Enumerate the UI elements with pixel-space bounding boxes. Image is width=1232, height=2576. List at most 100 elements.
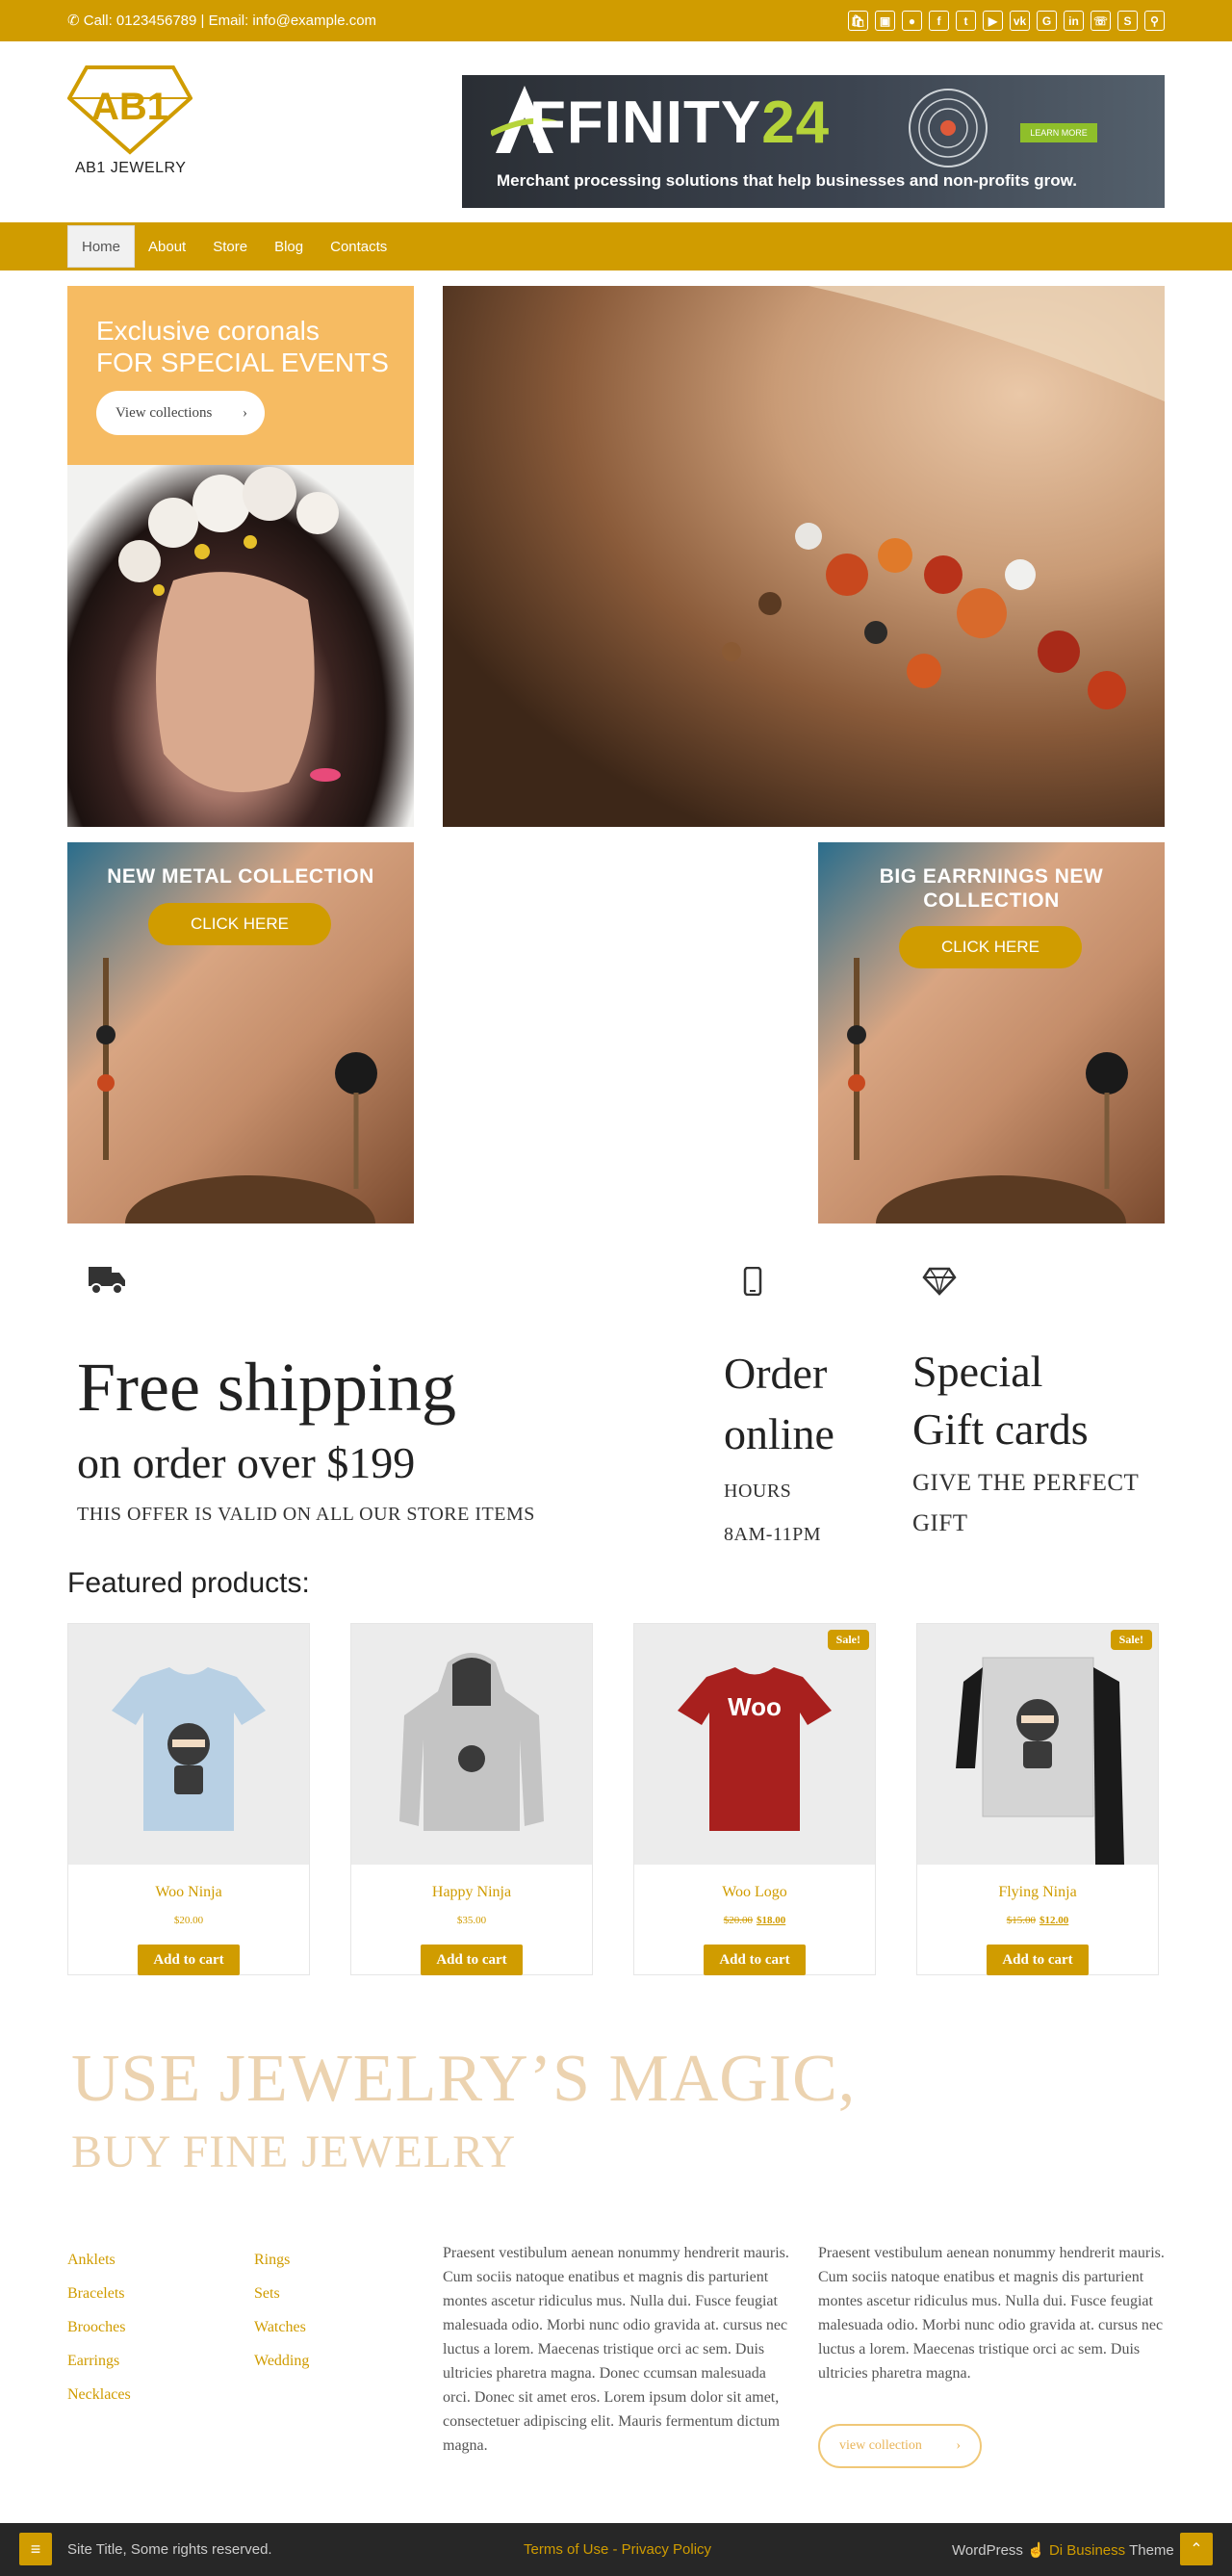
youtube-icon[interactable]: ▶ <box>983 11 1003 31</box>
metal-click-here-button[interactable]: CLICK HERE <box>148 903 331 945</box>
product-image[interactable]: Woo <box>634 1624 875 1865</box>
bottom-bar: ≡ Site Title, Some rights reserved. Term… <box>0 2523 1232 2576</box>
banner-learn-more-button[interactable]: LEARN MORE <box>1020 123 1097 142</box>
banner-subtitle: Merchant processing solutions that help … <box>497 171 1077 190</box>
nav-item-home[interactable]: Home <box>67 225 136 268</box>
footer-links-col1: Anklets Bracelets Brooches Earrings Neck… <box>67 2243 131 2411</box>
contact-text: Call: 0123456789 | Email: info@example.c… <box>83 13 377 29</box>
product-price: $20.00 $18.00 <box>723 1915 786 1926</box>
twitter-icon[interactable]: t <box>956 11 976 31</box>
theme-link[interactable]: Di Business <box>1049 2542 1125 2559</box>
ninja-poster-icon <box>956 1657 1124 1865</box>
view-collection-button[interactable]: view collection › <box>818 2424 982 2468</box>
footer-link-bracelets[interactable]: Bracelets <box>67 2277 131 2310</box>
add-to-cart-button[interactable]: Add to cart <box>704 1945 806 1975</box>
earrings-click-here-button[interactable]: CLICK HERE <box>899 926 1082 968</box>
tshirt-icon <box>112 1667 266 1831</box>
product-image[interactable] <box>351 1624 592 1865</box>
earrings-collection-title: BIG EARRNINGS NEW COLLECTION <box>879 865 1104 912</box>
diamond-icon <box>922 1267 957 1302</box>
necklace-hero-image <box>443 286 1165 827</box>
product-image[interactable] <box>917 1624 1158 1865</box>
footer-link-rings[interactable]: Rings <box>254 2243 309 2277</box>
truck-icon <box>87 1263 127 1302</box>
chevron-right-icon: › <box>243 404 247 421</box>
svg-text:Woo: Woo <box>728 1692 782 1721</box>
nav-item-blog[interactable]: Blog <box>261 222 317 270</box>
affinity-banner[interactable]: FFINITY24 Merchant processing solutions … <box>462 75 1165 208</box>
product-image[interactable] <box>68 1624 309 1865</box>
footer-link-brooches[interactable]: Brooches <box>67 2310 131 2344</box>
product-name[interactable]: Woo Logo <box>634 1884 875 1901</box>
linkedin-icon[interactable]: in <box>1064 11 1084 31</box>
fingerprint-ring-icon <box>909 89 988 167</box>
legal-links[interactable]: Terms of Use - Privacy Policy <box>524 2541 711 2558</box>
sale-badge: Sale! <box>1110 1630 1152 1650</box>
chevron-right-icon: › <box>956 2438 961 2453</box>
product-name[interactable]: Woo Ninja <box>68 1884 309 1901</box>
footer-paragraph-1: Praesent vestibulum aenean nonummy hendr… <box>443 2245 789 2454</box>
skype-icon[interactable]: S <box>1117 11 1138 31</box>
flower-crown-illustration <box>118 467 341 792</box>
product-card[interactable]: Woo Sale! Woo Logo $20.00 $18.00 Add to c… <box>633 1623 876 1975</box>
free-shipping-subtitle: on order over $199 <box>77 1438 416 1487</box>
product-name[interactable]: Happy Ninja <box>351 1884 592 1901</box>
product-card[interactable]: Woo Ninja $20.00 Add to cart <box>67 1623 310 1975</box>
thumbs-up-icon: ☝ <box>1027 2542 1045 2559</box>
footer-link-sets[interactable]: Sets <box>254 2277 309 2310</box>
footer-link-earrings[interactable]: Earrings <box>67 2344 131 2378</box>
woo-tshirt-icon: Woo <box>678 1667 832 1831</box>
product-price: $20.00 <box>173 1915 204 1926</box>
product-card[interactable]: Sale! Flying Ninja $15.00 $12.00 Add to c… <box>916 1623 1159 1975</box>
search-icon[interactable]: ⚲ <box>1144 11 1165 31</box>
metal-collection-title: NEW METAL COLLECTION <box>107 865 374 888</box>
copyright-text: Site Title, Some rights reserved. <box>67 2541 272 2558</box>
add-to-cart-button[interactable]: Add to cart <box>138 1945 240 1975</box>
contact-info: ✆ Call: 0123456789 | Email: info@example… <box>67 12 376 29</box>
footer-link-wedding[interactable]: Wedding <box>254 2344 309 2378</box>
view-collections-button[interactable]: View collections › <box>96 391 265 435</box>
free-shipping-note: THIS OFFER IS VALID ON ALL OUR STORE ITE… <box>77 1504 535 1525</box>
product-name[interactable]: Flying Ninja <box>917 1884 1158 1901</box>
facebook-icon[interactable]: f <box>929 11 949 31</box>
shopping-bag-icon[interactable]: 🛍 <box>848 11 868 31</box>
footer-link-watches[interactable]: Watches <box>254 2310 309 2344</box>
scroll-to-top-icon[interactable]: ⌃ <box>1180 2533 1213 2565</box>
social-icons: 🛍 ▣ ● f t ▶ vk G in ☏ S ⚲ <box>848 11 1165 31</box>
footer-links-col2: Rings Sets Watches Wedding <box>254 2243 309 2378</box>
earrings-collection-card[interactable]: BIG EARRNINGS NEW COLLECTION CLICK HERE <box>818 842 1165 1224</box>
product-card[interactable]: Happy Ninja $35.00 Add to cart <box>350 1623 593 1975</box>
flower-crown-image <box>67 465 414 827</box>
earring-model-illustration <box>96 958 377 1224</box>
google-icon[interactable]: G <box>1037 11 1057 31</box>
cart-icon[interactable]: ▣ <box>875 11 895 31</box>
footer-paragraph-2: Praesent vestibulum aenean nonummy hendr… <box>818 2245 1165 2382</box>
main-nav: Home About Store Blog Contacts <box>0 222 1232 270</box>
sale-badge: Sale! <box>827 1630 869 1650</box>
site-logo[interactable]: AB1 AB1 JEWELRY <box>66 60 202 185</box>
vk-icon[interactable]: vk <box>1010 11 1030 31</box>
whatsapp-icon[interactable]: ☏ <box>1091 11 1111 31</box>
free-shipping-title: Free shipping <box>77 1349 456 1426</box>
nav-item-about[interactable]: About <box>135 222 199 270</box>
metal-collection-card[interactable]: NEW METAL COLLECTION CLICK HERE <box>67 842 414 1224</box>
promo-title: Exclusive coronals FOR SPECIAL EVENTS <box>96 316 389 377</box>
user-icon[interactable]: ● <box>902 11 922 31</box>
menu-toggle-icon[interactable]: ≡ <box>19 2533 52 2565</box>
gift-cards-title: Special Gift cards <box>912 1347 1089 1454</box>
add-to-cart-button[interactable]: Add to cart <box>421 1945 523 1975</box>
magic-subtitle: BUY FINE JEWELRY <box>71 2126 517 2177</box>
product-price: $15.00 $12.00 <box>1006 1915 1069 1926</box>
nav-item-contacts[interactable]: Contacts <box>317 222 400 270</box>
nav-item-store[interactable]: Store <box>199 222 261 270</box>
hoodie-icon <box>399 1653 544 1831</box>
phone-icon-feature <box>743 1266 762 1302</box>
featured-products-title: Featured products: <box>67 1567 310 1599</box>
banner-title: FFINITY24 <box>529 90 831 156</box>
beaded-necklace-illustration <box>722 286 1165 709</box>
footer-link-necklaces[interactable]: Necklaces <box>67 2378 131 2411</box>
gift-cards-subtitle: GIVE THE PERFECT GIFT <box>912 1470 1140 1536</box>
footer-link-anklets[interactable]: Anklets <box>67 2243 131 2277</box>
add-to-cart-button[interactable]: Add to cart <box>987 1945 1089 1975</box>
diamond-logo-icon: AB1 <box>66 65 193 155</box>
